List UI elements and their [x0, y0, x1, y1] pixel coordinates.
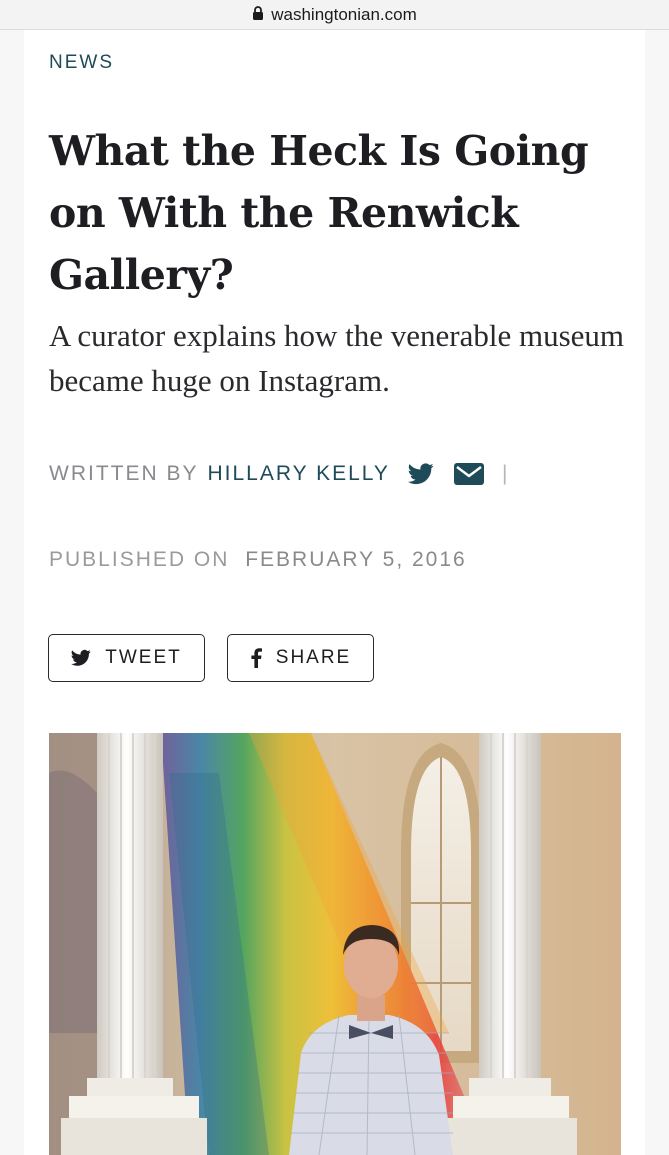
byline: WRITTEN BY HILLARY KELLY | [49, 462, 509, 486]
twitter-icon [71, 649, 91, 666]
article-hero-image [49, 733, 621, 1155]
hero-photo-illustration [49, 733, 621, 1155]
tweet-button-label: TWEET [105, 647, 182, 668]
section-label[interactable]: NEWS [49, 52, 114, 74]
author-link[interactable]: HILLARY KELLY [208, 462, 390, 486]
byline-separator: | [501, 462, 510, 485]
facebook-share-button[interactable]: SHARE [227, 634, 374, 682]
facebook-icon [251, 648, 262, 668]
article-page: NEWS What the Heck Is Going on With the … [24, 30, 645, 1155]
byline-prefix: WRITTEN BY [49, 462, 199, 485]
mail-icon[interactable] [453, 463, 484, 485]
published-line: PUBLISHED ON FEBRUARY 5, 2016 [49, 548, 467, 572]
twitter-icon[interactable] [407, 463, 434, 485]
lock-icon [253, 6, 264, 20]
article-headline: What the Heck Is Going on With the Renwi… [49, 127, 589, 299]
share-button-label: SHARE [275, 647, 352, 668]
address-bar[interactable]: washingtonian.com [0, 0, 669, 30]
url-text: washingtonian.com [271, 4, 417, 24]
tweet-button[interactable]: TWEET [48, 634, 205, 682]
published-prefix: PUBLISHED ON [49, 548, 230, 571]
published-date: FEBRUARY 5, 2016 [245, 548, 467, 571]
article-dek: A curator explains how the venerable mus… [49, 318, 625, 398]
